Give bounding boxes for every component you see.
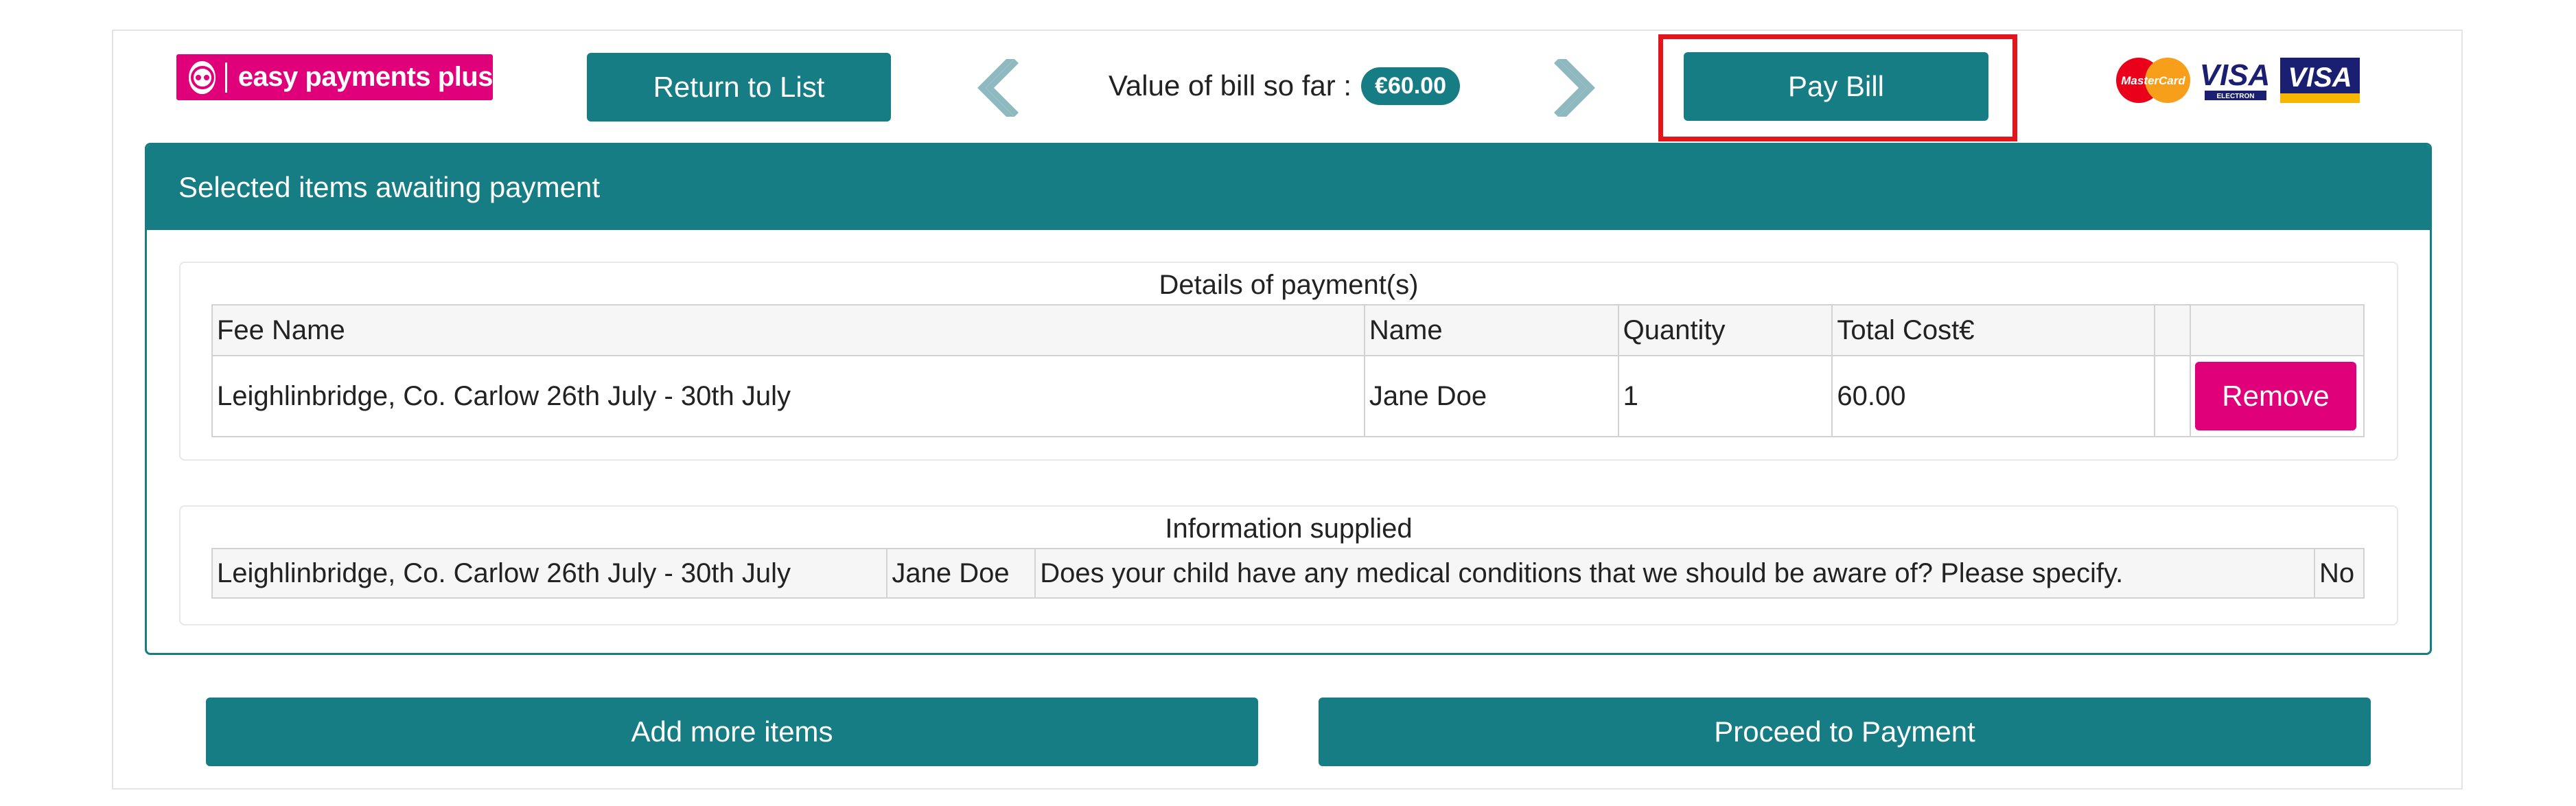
logo-text: easy payments plus [237, 62, 494, 92]
proceed-to-payment-button[interactable]: Proceed to Payment [1319, 698, 2371, 766]
column-header-fee-name: Fee Name [211, 304, 1365, 356]
column-header-action [2189, 304, 2365, 356]
cell-fee-name: Leighlinbridge, Co. Carlow 26th July - 3… [211, 355, 1365, 437]
payment-details-section: Details of payment(s) Fee Name Name Quan… [179, 262, 2398, 461]
card-logos-icon: MasterCard VISA ELECTRON VISA [2116, 58, 2360, 103]
panel-title: Selected items awaiting payment [147, 145, 2430, 230]
table-row: Leighlinbridge, Co. Carlow 26th July - 3… [211, 548, 2365, 599]
chevron-right-icon[interactable] [1550, 58, 1598, 118]
cell-name: Jane Doe [1363, 355, 1619, 437]
information-supplied-title: Information supplied [1165, 514, 1413, 544]
visa-electron-label: VISA [2200, 58, 2271, 92]
column-header-name: Name [1363, 304, 1619, 356]
cell-quantity: 1 [1617, 355, 1833, 437]
visa-label: VISA [2288, 62, 2352, 93]
logo-mark-icon [189, 60, 216, 94]
pay-bill-highlight [1658, 34, 2017, 141]
information-supplied-section: Information supplied Leighlinbridge, Co.… [179, 505, 2398, 625]
visa-electron-sub: ELECTRON [2217, 93, 2255, 100]
remove-button[interactable]: Remove [2194, 362, 2356, 430]
cell-empty [2154, 355, 2191, 437]
cell-name: Jane Doe [886, 548, 1036, 599]
cell-total: 60.00 [1831, 355, 2156, 437]
return-to-list-button[interactable]: Return to List [587, 53, 891, 122]
bill-value-label: Value of bill so far : [1109, 69, 1352, 102]
selected-items-panel: Selected items awaiting payment Details … [145, 143, 2432, 655]
easy-payments-plus-logo: easy payments plus [176, 54, 494, 100]
add-more-items-button[interactable]: Add more items [206, 698, 1258, 766]
bill-value-display: Value of bill so far : €60.00 [1109, 65, 1461, 107]
column-header-total-cost: Total Cost€ [1831, 304, 2156, 356]
payment-details-table: Fee Name Name Quantity Total Cost€ Leigh… [211, 304, 2365, 437]
cell-remove: Remove [2189, 355, 2365, 437]
column-header-empty [2154, 304, 2191, 356]
chevron-left-icon[interactable] [975, 58, 1023, 118]
cell-fee-name: Leighlinbridge, Co. Carlow 26th July - 3… [211, 548, 888, 599]
mastercard-label: MasterCard [2121, 74, 2185, 87]
table-row: Leighlinbridge, Co. Carlow 26th July - 3… [211, 355, 2365, 437]
table-header-row: Fee Name Name Quantity Total Cost€ [211, 304, 2365, 356]
bill-value-badge: €60.00 [1361, 67, 1461, 105]
column-header-quantity: Quantity [1617, 304, 1833, 356]
information-supplied-table: Leighlinbridge, Co. Carlow 26th July - 3… [211, 548, 2365, 599]
cell-question: Does your child have any medical conditi… [1034, 548, 2316, 599]
payment-details-title: Details of payment(s) [1159, 270, 1419, 300]
cell-answer: No [2314, 548, 2365, 599]
card-logos: MasterCard VISA ELECTRON VISA [2115, 55, 2363, 106]
